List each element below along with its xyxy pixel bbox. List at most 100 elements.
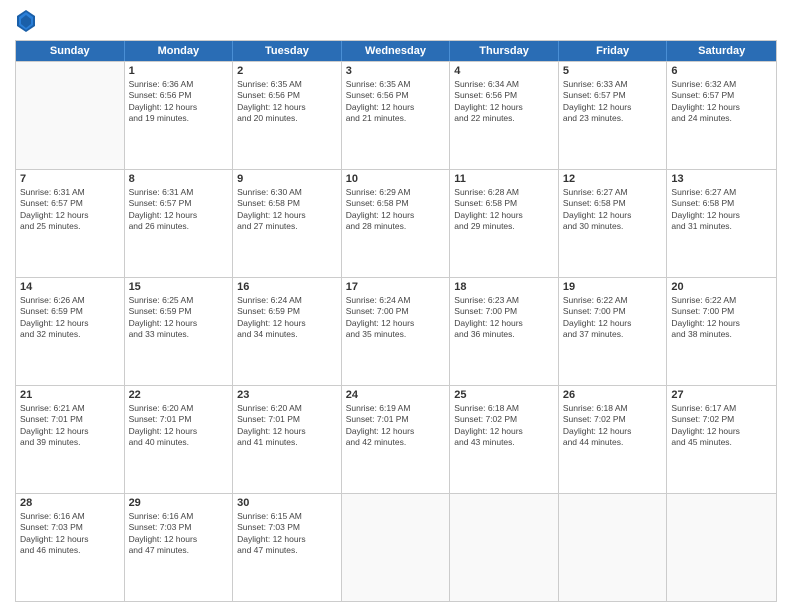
- calendar-body: 1 Sunrise: 6:36 AM Sunset: 6:56 PM Daylig…: [16, 61, 776, 601]
- day-number: 14: [20, 281, 120, 293]
- day-number: 3: [346, 65, 446, 77]
- header-day-monday: Monday: [125, 41, 234, 61]
- day-info: Sunrise: 6:35 AM Sunset: 6:56 PM Dayligh…: [237, 79, 337, 125]
- calendar-day-25: 25 Sunrise: 6:18 AM Sunset: 7:02 PM Dayli…: [450, 386, 559, 493]
- day-info: Sunrise: 6:32 AM Sunset: 6:57 PM Dayligh…: [671, 79, 772, 125]
- day-info: Sunrise: 6:31 AM Sunset: 6:57 PM Dayligh…: [129, 187, 229, 233]
- day-info: Sunrise: 6:25 AM Sunset: 6:59 PM Dayligh…: [129, 295, 229, 341]
- calendar-day-11: 11 Sunrise: 6:28 AM Sunset: 6:58 PM Dayli…: [450, 170, 559, 277]
- day-info: Sunrise: 6:22 AM Sunset: 7:00 PM Dayligh…: [671, 295, 772, 341]
- day-info: Sunrise: 6:18 AM Sunset: 7:02 PM Dayligh…: [454, 403, 554, 449]
- day-number: 27: [671, 389, 772, 401]
- day-info: Sunrise: 6:20 AM Sunset: 7:01 PM Dayligh…: [129, 403, 229, 449]
- header-day-tuesday: Tuesday: [233, 41, 342, 61]
- day-number: 15: [129, 281, 229, 293]
- calendar-day-23: 23Sunrise: 6:20 AM Sunset: 7:01 PM Dayli…: [233, 386, 342, 493]
- day-info: Sunrise: 6:16 AM Sunset: 7:03 PM Dayligh…: [20, 511, 120, 557]
- calendar-week-1: 1 Sunrise: 6:36 AM Sunset: 6:56 PM Daylig…: [16, 61, 776, 169]
- day-number: 12: [563, 173, 663, 185]
- day-number: 10: [346, 173, 446, 185]
- logo: [15, 10, 39, 32]
- calendar-day-10: 10 Sunrise: 6:29 AM Sunset: 6:58 PM Dayli…: [342, 170, 451, 277]
- day-info: Sunrise: 6:18 AM Sunset: 7:02 PM Dayligh…: [563, 403, 663, 449]
- day-number: 1: [129, 65, 229, 77]
- calendar-empty-cell: [667, 494, 776, 601]
- calendar-day-18: 18 Sunrise: 6:23 AM Sunset: 7:00 PM Dayli…: [450, 278, 559, 385]
- day-number: 11: [454, 173, 554, 185]
- calendar-day-13: 13 Sunrise: 6:27 AM Sunset: 6:58 PM Dayli…: [667, 170, 776, 277]
- day-number: 21: [20, 389, 120, 401]
- calendar: SundayMondayTuesdayWednesdayThursdayFrid…: [15, 40, 777, 602]
- calendar-empty-cell: [16, 62, 125, 169]
- day-number: 9: [237, 173, 337, 185]
- day-info: Sunrise: 6:24 AM Sunset: 6:59 PM Dayligh…: [237, 295, 337, 341]
- calendar-day-6: 6 Sunrise: 6:32 AM Sunset: 6:57 PM Daylig…: [667, 62, 776, 169]
- day-number: 26: [563, 389, 663, 401]
- calendar-day-22: 22 Sunrise: 6:20 AM Sunset: 7:01 PM Dayli…: [125, 386, 234, 493]
- calendar-day-24: 24 Sunrise: 6:19 AM Sunset: 7:01 PM Dayli…: [342, 386, 451, 493]
- header-day-sunday: Sunday: [16, 41, 125, 61]
- day-number: 6: [671, 65, 772, 77]
- day-number: 18: [454, 281, 554, 293]
- day-number: 4: [454, 65, 554, 77]
- calendar-day-12: 12 Sunrise: 6:27 AM Sunset: 6:58 PM Dayli…: [559, 170, 668, 277]
- day-info: Sunrise: 6:27 AM Sunset: 6:58 PM Dayligh…: [671, 187, 772, 233]
- calendar-day-2: 2 Sunrise: 6:35 AM Sunset: 6:56 PM Daylig…: [233, 62, 342, 169]
- calendar-day-29: 29Sunrise: 6:16 AM Sunset: 7:03 PM Dayli…: [125, 494, 234, 601]
- calendar-day-27: 27 Sunrise: 6:17 AM Sunset: 7:02 PM Dayli…: [667, 386, 776, 493]
- calendar-empty-cell: [559, 494, 668, 601]
- calendar-week-5: 28 Sunrise: 6:16 AM Sunset: 7:03 PM Dayli…: [16, 493, 776, 601]
- calendar-empty-cell: [342, 494, 451, 601]
- calendar-day-9: 9 Sunrise: 6:30 AM Sunset: 6:58 PM Daylig…: [233, 170, 342, 277]
- calendar-day-16: 16 Sunrise: 6:24 AM Sunset: 6:59 PM Dayli…: [233, 278, 342, 385]
- day-info: Sunrise: 6:33 AM Sunset: 6:57 PM Dayligh…: [563, 79, 663, 125]
- day-number: 28: [20, 497, 120, 509]
- day-info: Sunrise: 6:35 AM Sunset: 6:56 PM Dayligh…: [346, 79, 446, 125]
- day-info: Sunrise: 6:36 AM Sunset: 6:56 PM Dayligh…: [129, 79, 229, 125]
- calendar-day-19: 19 Sunrise: 6:22 AM Sunset: 7:00 PM Dayli…: [559, 278, 668, 385]
- calendar-day-7: 7 Sunrise: 6:31 AM Sunset: 6:57 PM Daylig…: [16, 170, 125, 277]
- day-info: Sunrise: 6:29 AM Sunset: 6:58 PM Dayligh…: [346, 187, 446, 233]
- day-number: 7: [20, 173, 120, 185]
- calendar-day-3: 3 Sunrise: 6:35 AM Sunset: 6:56 PM Daylig…: [342, 62, 451, 169]
- day-info: Sunrise: 6:19 AM Sunset: 7:01 PM Dayligh…: [346, 403, 446, 449]
- calendar-day-28: 28 Sunrise: 6:16 AM Sunset: 7:03 PM Dayli…: [16, 494, 125, 601]
- day-info: Sunrise: 6:23 AM Sunset: 7:00 PM Dayligh…: [454, 295, 554, 341]
- day-info: Sunrise: 6:26 AM Sunset: 6:59 PM Dayligh…: [20, 295, 120, 341]
- calendar-day-5: 5Sunrise: 6:33 AM Sunset: 6:57 PM Daylig…: [559, 62, 668, 169]
- page: SundayMondayTuesdayWednesdayThursdayFrid…: [0, 0, 792, 612]
- day-info: Sunrise: 6:31 AM Sunset: 6:57 PM Dayligh…: [20, 187, 120, 233]
- day-number: 17: [346, 281, 446, 293]
- day-info: Sunrise: 6:24 AM Sunset: 7:00 PM Dayligh…: [346, 295, 446, 341]
- day-info: Sunrise: 6:30 AM Sunset: 6:58 PM Dayligh…: [237, 187, 337, 233]
- calendar-day-20: 20 Sunrise: 6:22 AM Sunset: 7:00 PM Dayli…: [667, 278, 776, 385]
- day-number: 30: [237, 497, 337, 509]
- day-number: 22: [129, 389, 229, 401]
- day-info: Sunrise: 6:27 AM Sunset: 6:58 PM Dayligh…: [563, 187, 663, 233]
- calendar-day-14: 14 Sunrise: 6:26 AM Sunset: 6:59 PM Dayli…: [16, 278, 125, 385]
- day-info: Sunrise: 6:28 AM Sunset: 6:58 PM Dayligh…: [454, 187, 554, 233]
- calendar-day-21: 21 Sunrise: 6:21 AM Sunset: 7:01 PM Dayli…: [16, 386, 125, 493]
- day-number: 16: [237, 281, 337, 293]
- day-number: 24: [346, 389, 446, 401]
- day-number: 8: [129, 173, 229, 185]
- day-number: 25: [454, 389, 554, 401]
- day-number: 20: [671, 281, 772, 293]
- calendar-day-4: 4 Sunrise: 6:34 AM Sunset: 6:56 PM Daylig…: [450, 62, 559, 169]
- calendar-day-8: 8 Sunrise: 6:31 AM Sunset: 6:57 PM Daylig…: [125, 170, 234, 277]
- day-number: 13: [671, 173, 772, 185]
- day-number: 19: [563, 281, 663, 293]
- day-number: 29: [129, 497, 229, 509]
- day-info: Sunrise: 6:34 AM Sunset: 6:56 PM Dayligh…: [454, 79, 554, 125]
- day-info: Sunrise: 6:21 AM Sunset: 7:01 PM Dayligh…: [20, 403, 120, 449]
- calendar-empty-cell: [450, 494, 559, 601]
- day-number: 23: [237, 389, 337, 401]
- day-info: Sunrise: 6:17 AM Sunset: 7:02 PM Dayligh…: [671, 403, 772, 449]
- day-number: 2: [237, 65, 337, 77]
- day-info: Sunrise: 6:22 AM Sunset: 7:00 PM Dayligh…: [563, 295, 663, 341]
- header-day-saturday: Saturday: [667, 41, 776, 61]
- calendar-day-30: 30 Sunrise: 6:15 AM Sunset: 7:03 PM Dayli…: [233, 494, 342, 601]
- calendar-week-2: 7 Sunrise: 6:31 AM Sunset: 6:57 PM Daylig…: [16, 169, 776, 277]
- header-day-wednesday: Wednesday: [342, 41, 451, 61]
- day-info: Sunrise: 6:15 AM Sunset: 7:03 PM Dayligh…: [237, 511, 337, 557]
